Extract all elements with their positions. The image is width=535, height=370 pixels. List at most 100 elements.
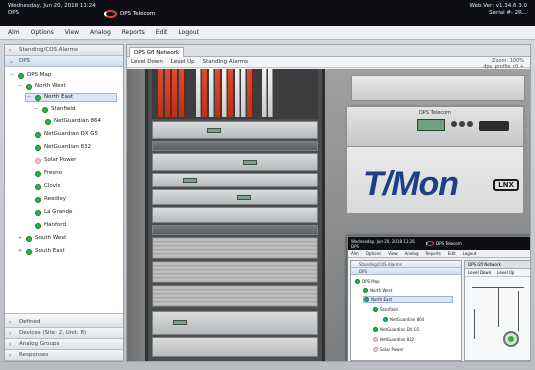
status-ok-icon	[26, 83, 32, 90]
tree-node[interactable]: NetGuardian 832	[35, 143, 91, 152]
status-ok-icon	[35, 144, 41, 151]
tree-node-label: South West	[35, 235, 67, 241]
tree-node-label: DPS Map	[27, 72, 52, 78]
status-ok-icon	[373, 327, 378, 332]
standing-alarms-button[interactable]: Standing Alarms	[203, 59, 248, 65]
inset-menu-analog: Analog	[404, 251, 419, 256]
tmon-device: DPS Telecom T/Mon LNX	[345, 105, 525, 215]
menu-reports[interactable]: Reports	[122, 29, 145, 36]
title-bar: Wednesday, Jun 20, 2018 11:24 DPS DPS Te…	[0, 0, 535, 26]
expand-icon[interactable]: +	[17, 247, 23, 256]
tab-network[interactable]: DPS Gfl Network	[129, 47, 185, 57]
site-tree: − DPS Map − North West − North East − St…	[5, 67, 123, 314]
rack-unit	[152, 207, 318, 223]
rack-unit	[152, 121, 318, 139]
tree-node[interactable]: Hanford	[35, 221, 66, 230]
expand-icon[interactable]: +	[17, 234, 23, 243]
menu-view[interactable]: View	[65, 29, 79, 36]
tree-node-selected[interactable]: − North East	[25, 93, 117, 102]
tree-node[interactable]: + South East	[17, 247, 65, 256]
accordion-label: DPS	[19, 58, 31, 64]
status-ok-icon	[26, 235, 32, 242]
menu-logout[interactable]: Logout	[178, 29, 199, 36]
chevron-right-icon: ›	[9, 352, 12, 359]
status-ok-icon	[42, 106, 48, 113]
tree-node[interactable]: Solar Power	[35, 156, 76, 165]
version-line-2: Serial #: 2R...	[489, 10, 527, 16]
accordion-standing-alarms[interactable]: › Standing/COS Alarms	[5, 45, 123, 56]
menu-edit[interactable]: Edit	[156, 29, 168, 36]
tree-node[interactable]: Reedley	[35, 195, 66, 204]
accordion-dps[interactable]: ⌄ DPS	[5, 56, 123, 67]
inset-level-up: Level Up	[497, 270, 515, 275]
white-card	[262, 69, 267, 117]
version-line-1: Web Ver: v1.34.6 3.0	[469, 3, 527, 9]
tree-node-label: Fresno	[44, 170, 63, 176]
collapse-icon[interactable]: −	[26, 93, 32, 102]
left-panel: › Standing/COS Alarms ⌄ DPS − DPS Map − …	[4, 44, 124, 362]
inset-accordion-alarms: Standing/COS Alarms	[351, 261, 461, 268]
menu-analog[interactable]: Analog	[90, 29, 111, 36]
menu-options[interactable]: Options	[31, 29, 54, 36]
tree-node[interactable]: + South West	[17, 234, 66, 243]
inset-title-bar: Wednesday, Jun 20, 2018 11:26 DPS DPS Te…	[348, 237, 530, 250]
status-ok-icon	[364, 297, 369, 302]
tree-node[interactable]: − Stanfield	[33, 105, 75, 114]
tree-node[interactable]: Clovis	[35, 182, 60, 191]
level-up-button[interactable]: Level Up	[171, 59, 195, 65]
inset-tree: DPS Map North West North East Stanfield …	[351, 275, 461, 361]
vent-panel	[152, 237, 318, 259]
status-ok-icon	[35, 131, 41, 138]
unit-display	[183, 178, 197, 183]
unit-display	[173, 320, 187, 325]
tree-node-label: Hanford	[44, 222, 66, 228]
tree-node[interactable]: NetGuardian DX G5	[35, 130, 98, 139]
rack-unit	[152, 153, 318, 171]
diagram-line	[518, 291, 519, 331]
red-card	[165, 69, 171, 117]
menu-alm[interactable]: Alm	[8, 29, 20, 36]
main-panel: DPS Gfl Network Level Down Level Up Stan…	[126, 44, 531, 362]
tree-node[interactable]: NetGuardian 864	[45, 117, 101, 126]
level-down-button[interactable]: Level Down	[131, 59, 163, 65]
inset-level-down: Level Down	[468, 270, 492, 275]
status-ok-icon	[26, 248, 32, 255]
accordion-defined[interactable]: › Defined	[5, 317, 123, 328]
tree-node[interactable]: − DPS Map	[9, 71, 51, 80]
inset-left-panel: Standing/COS Alarms DPS DPS Map North We…	[350, 260, 462, 361]
tree-node-label: Stanfield	[51, 106, 76, 112]
tree-node[interactable]: − North West	[17, 82, 66, 91]
accordion-label: Standing/COS Alarms	[19, 47, 78, 53]
status-ok-icon	[35, 94, 41, 101]
inset-menu-reports: Reports	[425, 251, 441, 256]
tree-node-label: South East	[35, 248, 65, 254]
red-card	[158, 69, 164, 117]
accordion-analog-groups[interactable]: › Analog Groups	[5, 339, 123, 350]
inset-tree-label: NetGuardian 832	[380, 337, 415, 342]
white-card	[268, 69, 273, 117]
rack-unit	[152, 311, 318, 335]
map-toolbar: Level Down Level Up Standing Alarms	[127, 57, 530, 68]
inset-title-line-2: DPS	[351, 244, 360, 249]
inset-tree-node-selected: North East	[363, 296, 453, 303]
tree-node-label: NetGuardian DX G5	[44, 131, 99, 137]
status-ok-icon	[363, 288, 368, 293]
collapse-icon[interactable]: −	[33, 105, 39, 114]
inset-accordion-dps: DPS	[351, 268, 461, 275]
red-card	[179, 69, 185, 117]
tree-node-label: NetGuardian 832	[44, 144, 92, 150]
chevron-right-icon: ›	[9, 319, 12, 326]
inset-tree-node: DPS Map	[355, 278, 380, 285]
device-top-unit	[351, 75, 525, 101]
tree-node[interactable]: La Grande	[35, 208, 72, 217]
collapse-icon[interactable]: −	[17, 82, 23, 91]
accordion-devices[interactable]: › Devices (Site: 2, Unit: 8)	[5, 328, 123, 339]
status-ok-icon	[35, 222, 41, 229]
tree-node[interactable]: Fresno	[35, 169, 62, 178]
white-card	[196, 69, 201, 117]
status-ok-icon	[383, 317, 388, 322]
status-ok-icon	[355, 279, 360, 284]
accordion-responses[interactable]: › Responses	[5, 350, 123, 361]
white-card	[209, 69, 214, 117]
collapse-icon[interactable]: −	[9, 71, 15, 80]
